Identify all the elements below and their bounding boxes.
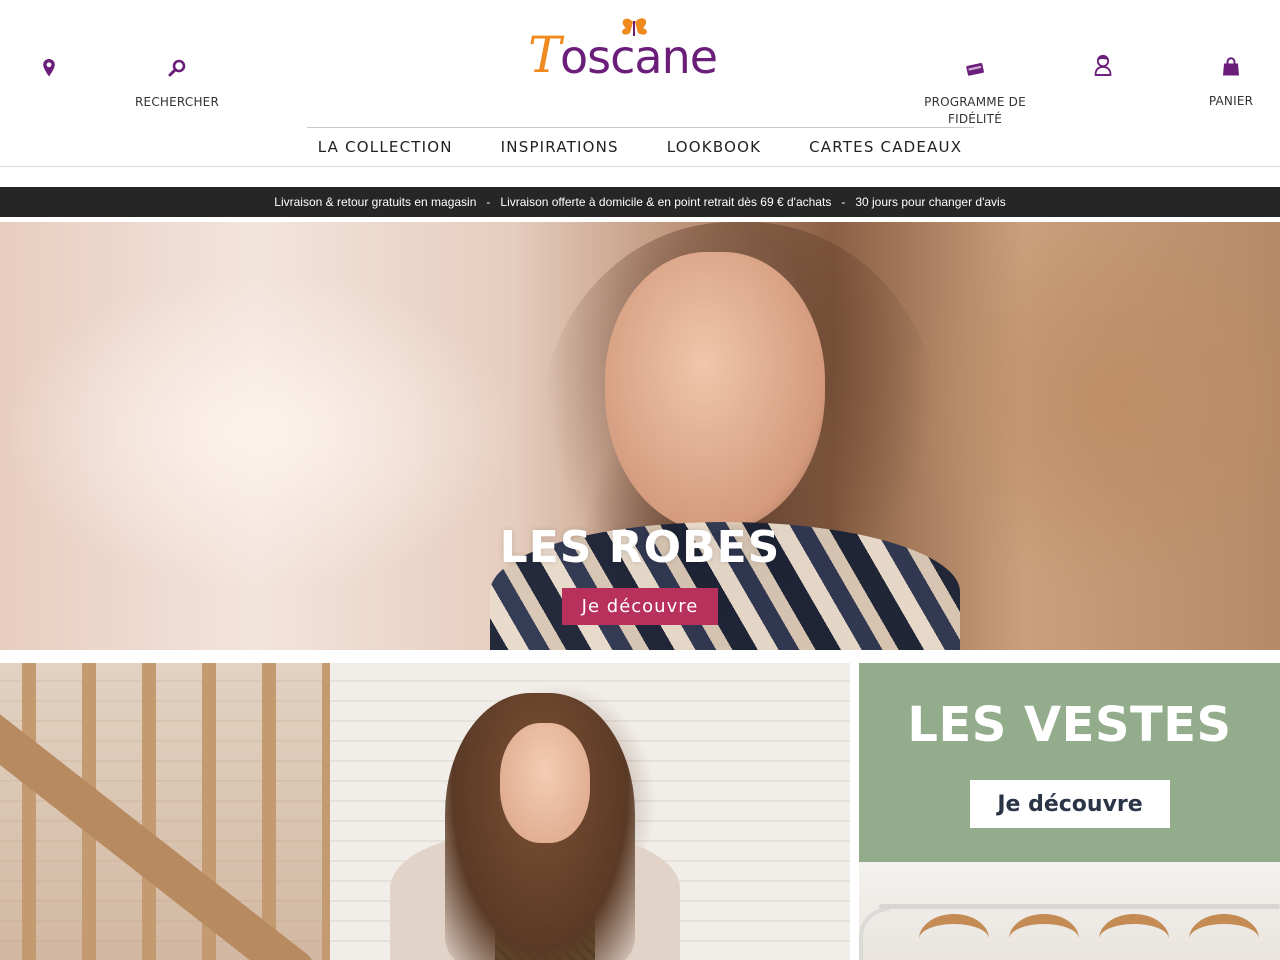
hanger-icon [919,914,989,960]
store-locator-link[interactable] [39,58,59,78]
promo-message: 30 jours pour changer d'avis [855,195,1006,209]
vestes-title: LES VESTES [907,697,1232,753]
rack-bar [879,904,1280,909]
loyalty-label: PROGRAMME DE FIDÉLITÉ [924,95,1026,126]
rack-post [859,907,889,960]
loyalty-program-link[interactable]: PROGRAMME DE FIDÉLITÉ [922,58,1028,128]
vestes-panel: LES VESTES Je découvre [859,663,1280,862]
clothing-rack-image [859,862,1280,960]
hero-title: LES ROBES [499,522,781,573]
hanger-icon [1009,914,1079,960]
promo-separator: - [841,195,846,209]
shopping-bag-icon [1221,57,1241,77]
main-nav: LA COLLECTION INSPIRATIONS LOOKBOOK CART… [0,128,1280,166]
vestes-cta-button[interactable]: Je découvre [970,780,1170,828]
toscane-logo[interactable]: T oscane [526,16,754,82]
map-pin-icon [39,58,59,78]
tile-vestes-photo[interactable] [0,663,850,960]
search-link[interactable]: RECHERCHER [132,58,222,111]
search-label: RECHERCHER [135,95,219,109]
cart-label: PANIER [1208,94,1254,108]
nav-item-gift-cards[interactable]: CARTES CADEAUX [809,138,962,156]
promo-message: Livraison offerte à domicile & en point … [500,195,832,209]
promo-bar: Livraison & retour gratuits en magasin -… [0,187,1280,217]
nav-item-inspirations[interactable]: INSPIRATIONS [501,138,619,156]
staircase-image [0,663,330,960]
user-icon [1093,54,1113,76]
nav-item-lookbook[interactable]: LOOKBOOK [667,138,761,156]
hanger-icon [1099,914,1169,960]
hero-cta-button[interactable]: Je découvre [562,588,718,625]
account-link[interactable] [1093,54,1113,76]
site-header: RECHERCHER T oscane PROGRAMME DE FIDÉLIT… [0,0,1280,167]
promo-message: Livraison & retour gratuits en magasin [274,195,477,209]
search-icon [167,58,187,78]
cart-link[interactable]: PANIER [1204,57,1258,110]
hanger-icon [1189,914,1259,960]
promo-separator: - [486,195,491,209]
loyalty-card-icon [965,58,985,78]
tile-vestes-promo[interactable]: LES VESTES Je découvre [859,663,1280,960]
svg-text:oscane: oscane [560,30,717,82]
model-face [500,723,590,843]
nav-item-collection[interactable]: LA COLLECTION [318,138,453,156]
hero-photo-face [605,252,825,532]
hero-banner-robes[interactable]: LES ROBES Je découvre [0,222,1280,650]
